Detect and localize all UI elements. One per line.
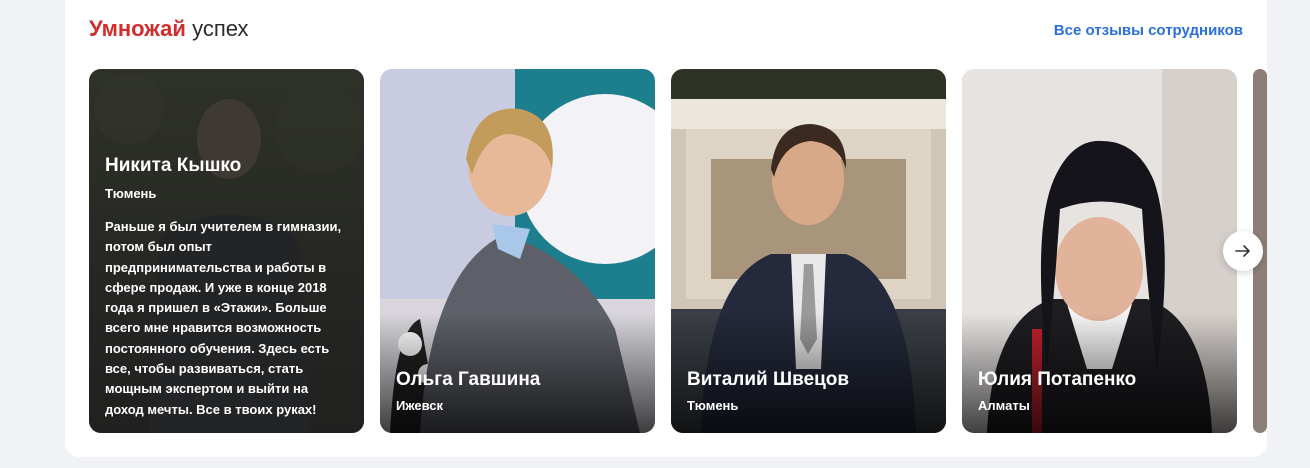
employee-name: Никита Кышко (105, 155, 242, 176)
employee-city: Ижевск (396, 398, 444, 413)
employee-card-4[interactable]: Юлия Потапенко Алматы (962, 69, 1237, 433)
employee-name: Ольга Гавшина (396, 369, 541, 390)
employee-city: Тюмень (687, 398, 739, 413)
employee-name: Юлия Потапенко (978, 369, 1137, 390)
all-reviews-link[interactable]: Все отзывы сотрудников (1054, 22, 1243, 39)
section-title-rest: успех (192, 16, 249, 41)
carousel-next-button[interactable] (1223, 231, 1263, 271)
employee-card-2[interactable]: Ольга Гавшина Ижевск (380, 69, 655, 433)
employee-name: Виталий Швецов (687, 369, 850, 390)
section-title-accent: Умножай (89, 16, 186, 41)
employee-card-1[interactable]: Никита Кышко Тюмень Раньше я был учителе… (89, 69, 364, 433)
employee-card-3[interactable]: Виталий Швецов Тюмень (671, 69, 946, 433)
employee-quote: Раньше я был учителем в гимназии, потом … (105, 219, 342, 417)
employee-city: Алматы (978, 398, 1030, 413)
arrow-right-icon (1235, 245, 1250, 257)
employee-city: Тюмень (105, 186, 157, 201)
section-title: Умножай успех (89, 16, 248, 42)
